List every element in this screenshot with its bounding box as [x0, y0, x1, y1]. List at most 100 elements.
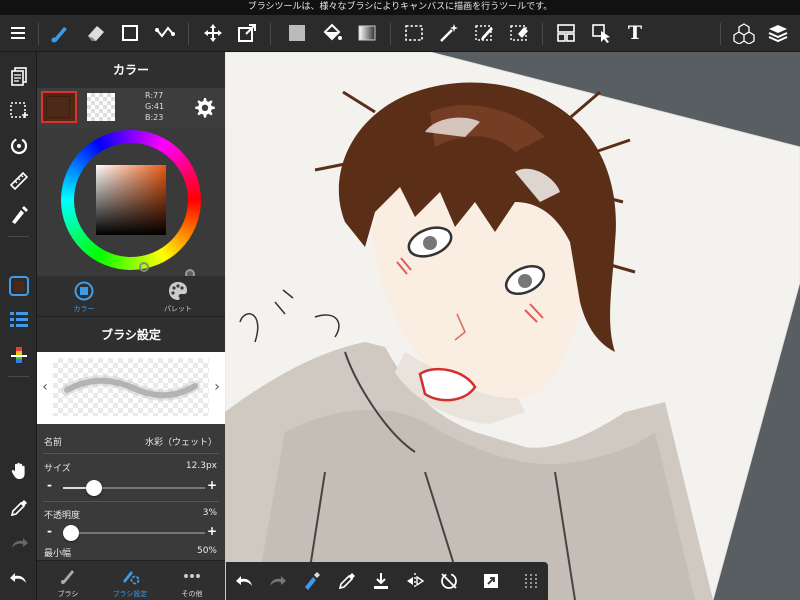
sv-cursor[interactable] [139, 262, 149, 272]
redo-icon[interactable] [5, 529, 32, 556]
materials-icon[interactable] [730, 19, 758, 47]
tab-palette[interactable]: パレット [131, 276, 225, 316]
ruler-icon[interactable] [5, 167, 32, 194]
undo-icon[interactable] [232, 568, 258, 594]
pen-pressure-icon[interactable] [5, 201, 32, 228]
fill-rect-tool-icon[interactable] [283, 19, 311, 47]
side-panel: カラー R:77 G:41 B:23 カラー パレット ブラシ設定 ‹ › 名前… [37, 52, 225, 600]
color-wheel-area [37, 128, 225, 279]
size-slider-thumb[interactable] [86, 480, 102, 496]
size-minus-button[interactable]: - [47, 478, 52, 492]
selection-tool-icon[interactable] [400, 19, 428, 47]
page-manager-icon[interactable] [5, 62, 32, 89]
eyedropper-icon[interactable] [5, 494, 32, 521]
tab-palette-label: パレット [164, 305, 192, 313]
magic-wand-icon[interactable] [435, 19, 463, 47]
size-value: 12.3px [185, 461, 217, 471]
brush-eraser-toggle-icon[interactable] [298, 568, 324, 594]
canvas-area[interactable] [225, 52, 800, 600]
opacity-slider-thumb[interactable] [63, 525, 79, 541]
tab-brush-label: ブラシ [57, 590, 79, 598]
selection-eraser-icon[interactable] [505, 19, 533, 47]
eraser-tool-icon[interactable] [82, 19, 110, 47]
saturation-value-square[interactable] [96, 165, 166, 235]
brush-tool-icon[interactable] [46, 19, 74, 47]
curve-tool-icon[interactable] [151, 19, 179, 47]
layout-tool-icon[interactable] [552, 19, 580, 47]
size-row: サイズ 12.3px - + [37, 456, 225, 502]
brush-name-value: 水彩（ウェット） [144, 438, 217, 448]
bucket-tool-icon[interactable] [318, 19, 346, 47]
grid-dots-icon[interactable] [518, 568, 544, 594]
undo-icon[interactable] [5, 564, 32, 591]
tab-brush[interactable]: ブラシ [37, 561, 99, 600]
brush-settings-icon [123, 571, 140, 585]
size-slider[interactable] [63, 480, 205, 496]
brush-panel-toggle-icon[interactable] [5, 306, 32, 333]
rectangle-tool-icon[interactable] [116, 19, 144, 47]
operation-tool-icon[interactable] [587, 19, 615, 47]
hand-tool-icon[interactable] [5, 457, 32, 484]
text-tool-glyph: T [627, 22, 643, 44]
rgb-values: R:77 G:41 B:23 [145, 90, 164, 123]
layers-icon[interactable] [764, 19, 792, 47]
size-plus-button[interactable]: + [207, 478, 217, 492]
palette-icon [169, 282, 187, 300]
flip-horizontal-icon[interactable] [402, 568, 428, 594]
gradient-tool-icon[interactable] [353, 19, 381, 47]
reset-rotation-icon[interactable] [436, 568, 462, 594]
status-bar: ブラシツールは、様々なブラシによりキャンバスに描画を行うツールです。 [0, 0, 800, 15]
brush-icon [61, 570, 74, 584]
left-toolbar [0, 52, 37, 600]
palette-strip-icon[interactable] [5, 342, 32, 369]
brush-preview: ‹ › [37, 352, 225, 424]
tab-other-label: その他 [181, 590, 203, 598]
snap-icon[interactable] [5, 132, 32, 159]
text-tool-icon[interactable]: T [621, 19, 649, 47]
tab-color[interactable]: カラー [37, 276, 131, 316]
tab-brush-settings-label: ブラシ設定 [112, 590, 148, 598]
opacity-row: 不透明度 3% - + [37, 504, 225, 550]
redo-icon[interactable] [264, 568, 290, 594]
size-label: サイズ [44, 464, 71, 474]
color-tab-icon [74, 281, 94, 301]
top-toolbar: T [0, 15, 800, 52]
opacity-minus-button[interactable]: - [47, 524, 52, 538]
min-width-label: 最小幅 [44, 549, 72, 559]
tab-color-label: カラー [73, 305, 95, 313]
brush-name-row[interactable]: 名前 水彩（ウェット） [37, 430, 225, 454]
fullscreen-icon[interactable] [478, 568, 504, 594]
opacity-value: 3% [202, 508, 217, 518]
color-tabs: カラー パレット [37, 276, 225, 316]
brush-name-label: 名前 [44, 438, 63, 448]
eyedropper-icon[interactable] [334, 568, 360, 594]
save-download-icon[interactable] [368, 568, 394, 594]
color-panel-toggle-icon[interactable] [5, 272, 32, 299]
min-width-value: 50% [196, 546, 217, 556]
rgb-b: B:23 [145, 113, 164, 122]
brush-stroke-preview [53, 358, 209, 416]
rgb-g: G:41 [145, 102, 165, 111]
gear-icon[interactable] [192, 96, 216, 120]
sub-color-swatch[interactable] [87, 93, 115, 121]
panel-tabs: ブラシ ブラシ設定 その他 [37, 560, 225, 600]
main-color-swatch[interactable] [41, 91, 77, 123]
color-panel-title: カラー [37, 52, 225, 88]
tab-brush-settings[interactable]: ブラシ設定 [99, 561, 161, 600]
selection-pen-icon[interactable] [470, 19, 498, 47]
opacity-slider[interactable] [63, 525, 205, 541]
chevron-right-icon[interactable]: › [211, 378, 223, 396]
opacity-plus-button[interactable]: + [207, 524, 217, 538]
drawing-canvas[interactable] [225, 52, 800, 600]
brush-settings-title: ブラシ設定 [37, 316, 225, 352]
move-tool-icon[interactable] [199, 19, 227, 47]
deselect-icon[interactable] [5, 97, 32, 124]
tab-other[interactable]: その他 [161, 561, 223, 600]
min-width-row: 最小幅 50% [37, 546, 225, 560]
status-text: ブラシツールは、様々なブラシによりキャンバスに描画を行うツールです。 [247, 2, 553, 12]
menu-icon[interactable] [4, 19, 32, 47]
chevron-left-icon[interactable]: ‹ [39, 378, 51, 396]
transform-tool-icon[interactable] [233, 19, 261, 47]
opacity-label: 不透明度 [44, 511, 81, 521]
medibang-app: ブラシツールは、様々なブラシによりキャンバスに描画を行うツールです。 T カラー… [0, 0, 800, 600]
